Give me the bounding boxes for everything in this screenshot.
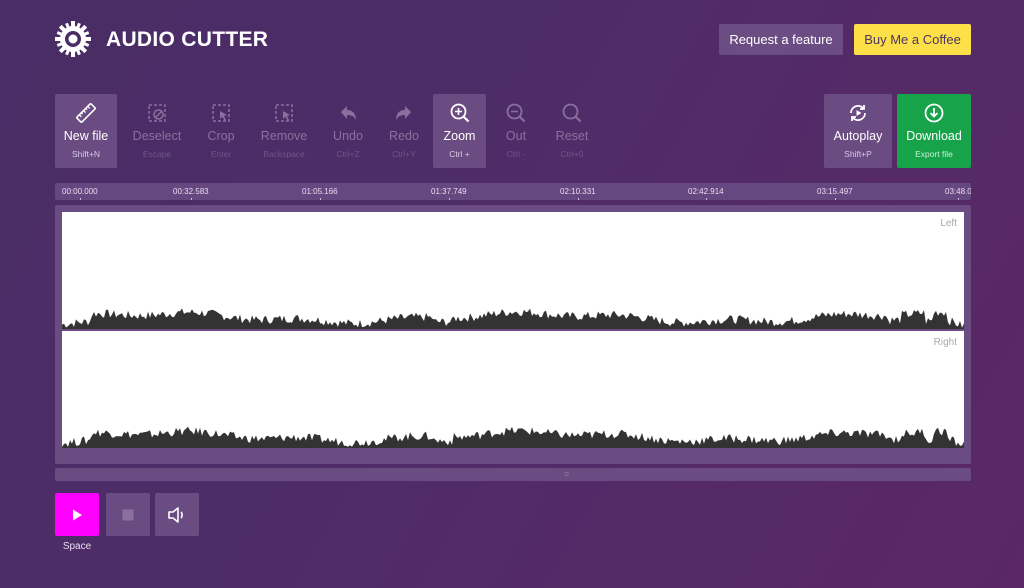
left-channel-label: Left xyxy=(940,218,957,229)
new-file-shortcut: Shift+N xyxy=(71,149,101,159)
left-channel-track[interactable]: Left xyxy=(62,212,964,329)
request-feature-button[interactable]: Request a feature xyxy=(719,24,843,55)
zoom-reset-label: Reset xyxy=(555,129,589,143)
app-title: AUDIO CUTTER xyxy=(106,28,269,51)
autoplay-button[interactable]: Autoplay Shift+P xyxy=(824,94,892,168)
ruler-icon xyxy=(55,100,117,126)
autoplay-icon xyxy=(824,100,892,126)
zoom-reset-button[interactable]: Reset Ctrl+0 xyxy=(546,94,598,168)
waveform-scrollbar[interactable]: ≡ xyxy=(55,468,971,481)
zoom-out-shortcut: Ctrl - xyxy=(506,149,526,159)
waveform-panel[interactable]: Left Right xyxy=(55,205,971,464)
zoom-out-label: Out xyxy=(505,129,527,143)
timeline-tick: 01:37.749 xyxy=(431,187,467,200)
zoom-out-icon xyxy=(492,100,540,126)
redo-button[interactable]: Redo Ctrl+Y xyxy=(373,94,435,168)
new-file-label: New file xyxy=(63,129,109,143)
remove-shortcut: Backspace xyxy=(263,149,305,159)
new-file-button[interactable]: New file Shift+N xyxy=(55,94,117,168)
crop-button[interactable]: Crop Enter xyxy=(190,94,252,168)
zoom-in-button[interactable]: Zoom Ctrl + xyxy=(433,94,486,168)
timeline-tick: 03:48.0 xyxy=(945,187,971,200)
remove-label: Remove xyxy=(260,129,308,143)
zoom-in-label: Zoom xyxy=(443,129,476,143)
deselect-icon xyxy=(126,100,188,126)
download-label: Download xyxy=(906,129,962,143)
zoom-in-shortcut: Ctrl + xyxy=(449,149,470,159)
crop-icon xyxy=(190,100,252,126)
left-waveform xyxy=(62,308,964,329)
gear-logo-icon xyxy=(55,21,91,57)
play-button[interactable] xyxy=(55,493,99,536)
scrollbar-grip-icon[interactable]: ≡ xyxy=(564,469,569,479)
autoplay-label: Autoplay xyxy=(833,129,883,143)
timeline-tick: 03:15.497 xyxy=(817,187,853,200)
stop-button[interactable] xyxy=(106,493,150,536)
remove-icon xyxy=(253,100,315,126)
undo-shortcut: Ctrl+Z xyxy=(336,149,360,159)
buy-me-a-coffee-button[interactable]: Buy Me a Coffee xyxy=(854,24,971,55)
timeline-tick: 02:42.914 xyxy=(688,187,724,200)
timeline-tick: 02:10.331 xyxy=(560,187,596,200)
deselect-button[interactable]: Deselect Escape xyxy=(126,94,188,168)
timeline-ruler[interactable]: 00:00.000 00:32.583 01:05.166 01:37.749 … xyxy=(55,183,971,200)
volume-icon xyxy=(168,506,183,523)
undo-button[interactable]: Undo Ctrl+Z xyxy=(317,94,379,168)
remove-button[interactable]: Remove Backspace xyxy=(253,94,315,168)
autoplay-shortcut: Shift+P xyxy=(844,149,872,159)
zoom-out-button[interactable]: Out Ctrl - xyxy=(492,94,540,168)
play-shortcut-label: Space xyxy=(62,541,92,552)
zoom-reset-icon xyxy=(546,100,598,126)
timeline-tick: 00:00.000 xyxy=(62,187,98,200)
volume-button[interactable] xyxy=(155,493,199,536)
download-shortcut: Export file xyxy=(915,149,953,159)
crop-label: Crop xyxy=(207,129,235,143)
deselect-label: Deselect xyxy=(132,129,182,143)
redo-icon xyxy=(373,100,435,126)
crop-shortcut: Enter xyxy=(210,149,232,159)
redo-shortcut: Ctrl+Y xyxy=(392,149,416,159)
zoom-in-icon xyxy=(433,100,486,126)
deselect-shortcut: Escape xyxy=(142,149,172,159)
app-header: AUDIO CUTTER Request a feature Buy Me a … xyxy=(0,0,1024,80)
undo-icon xyxy=(317,100,379,126)
download-button[interactable]: Download Export file xyxy=(897,94,971,168)
timeline-tick: 01:05.166 xyxy=(302,187,338,200)
zoom-reset-shortcut: Ctrl+0 xyxy=(560,149,584,159)
download-icon xyxy=(897,100,971,126)
stop-icon xyxy=(122,509,134,520)
redo-label: Redo xyxy=(389,129,419,143)
right-channel-track[interactable]: Right xyxy=(62,331,964,448)
play-icon xyxy=(73,509,82,520)
timeline-tick: 00:32.583 xyxy=(173,187,209,200)
undo-label: Undo xyxy=(333,129,363,143)
right-waveform xyxy=(62,426,964,448)
right-channel-label: Right xyxy=(933,337,957,348)
